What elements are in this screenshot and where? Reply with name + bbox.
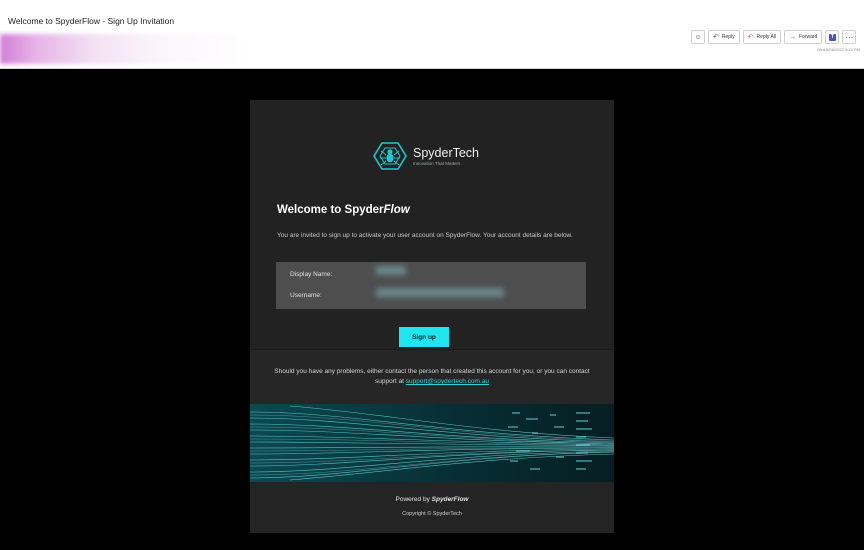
reply-label: Reply (721, 34, 735, 40)
more-actions-button[interactable]: ··· (842, 30, 857, 44)
email-header: Welcome to SpyderFlow - Sign Up Invitati… (0, 0, 864, 69)
invite-intro-text: You are invited to sign up to activate y… (277, 232, 573, 239)
sign-up-button[interactable]: Sign up (399, 327, 449, 347)
powered-by-text: Powered by SpyderFlow (250, 496, 614, 503)
forward-icon: → (789, 33, 796, 41)
welcome-flow: Flow (383, 204, 410, 216)
logo-tagline: Innovation That Matters (413, 160, 461, 166)
email-body-card: SpyderTech Innovation That Matters Welco… (250, 100, 614, 533)
email-date: Wed 6/08/2022 5:10 PM (816, 47, 860, 52)
powered-prefix: Powered by (395, 496, 432, 503)
spydertech-logo: SpyderTech Innovation That Matters (373, 141, 479, 171)
reply-button[interactable]: ↶ Reply (708, 30, 740, 44)
email-footer: Powered by SpyderFlow Copyright © Spyder… (250, 482, 614, 533)
copyright-text: Copyright © SpyderTech (402, 511, 462, 517)
teams-button[interactable]: T (825, 30, 840, 44)
smiley-icon: ☺ (694, 33, 702, 41)
display-name-label: Display Name: (290, 271, 333, 278)
support-section: Should you have any problems, either con… (250, 349, 614, 406)
teams-icon: T (828, 33, 836, 41)
display-name-value-redacted (376, 266, 406, 275)
email-actions-toolbar: ☺ ↶ Reply ↶ Reply All → Forward T ··· (691, 30, 857, 44)
account-details-box: Display Name: Username: (276, 262, 586, 309)
email-subject: Welcome to SpyderFlow - Sign Up Invitati… (8, 16, 175, 26)
username-value-redacted (376, 288, 504, 297)
support-text: Should you have any problems, either con… (264, 367, 600, 387)
reply-icon: ↶ (713, 34, 719, 41)
reply-all-label: Reply All (756, 34, 776, 40)
powered-brand: SpyderFlow (431, 496, 469, 503)
welcome-prefix: Welcome to Spyder (277, 204, 384, 216)
reply-all-icon: ↶ (747, 34, 754, 41)
emoji-reaction-button[interactable]: ☺ (691, 30, 705, 44)
logo-brand-name: SpyderTech (413, 145, 480, 160)
sender-info-redacted (0, 34, 250, 64)
support-email-link[interactable]: support@spydertech.com.au (406, 378, 489, 385)
username-label: Username: (290, 292, 322, 299)
more-icon: ··· (845, 32, 854, 42)
forward-label: Forward (799, 34, 818, 40)
welcome-heading: Welcome to SpyderFlow (277, 204, 410, 216)
reply-all-button[interactable]: ↶ Reply All (742, 30, 781, 44)
data-flow-banner-image (250, 404, 614, 482)
spider-logo-icon (373, 142, 407, 170)
forward-button[interactable]: → Forward (784, 30, 823, 44)
